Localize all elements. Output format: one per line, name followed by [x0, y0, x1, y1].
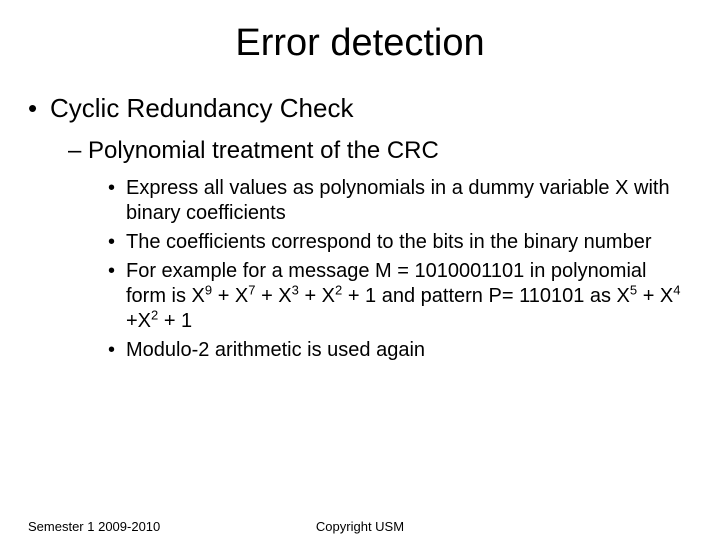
- bullet-level-1: •Cyclic Redundancy Check: [28, 93, 690, 124]
- slide-title: Error detection: [0, 22, 720, 65]
- lvl3-text: Express all values as polynomials in a d…: [126, 176, 690, 226]
- list-item: • Express all values as polynomials in a…: [108, 176, 690, 226]
- slide-content: •Cyclic Redundancy Check – Polynomial tr…: [0, 93, 720, 363]
- footer-center: Copyright USM: [28, 519, 692, 534]
- text-run: + X: [256, 285, 292, 307]
- lvl3-text: Modulo-2 arithmetic is used again: [126, 338, 690, 363]
- lvl1-text: Cyclic Redundancy Check: [50, 93, 353, 123]
- bullet-dot-icon: •: [108, 176, 126, 201]
- text-run: + 1: [158, 310, 192, 332]
- slide-footer: Copyright USM Semester 1 2009-2010: [28, 519, 692, 534]
- text-run: +X: [126, 310, 151, 332]
- lvl2-text: Polynomial treatment of the CRC: [88, 137, 439, 164]
- bullet-dot-icon: •: [108, 230, 126, 255]
- bullet-dot-icon: •: [108, 338, 126, 363]
- bullet-dot-icon: •: [28, 93, 50, 124]
- text-run: + 1 and pattern P= 110101 as X: [342, 285, 630, 307]
- bullet-level-3-group: • Express all values as polynomials in a…: [108, 176, 690, 363]
- list-item: • The coefficients correspond to the bit…: [108, 230, 690, 255]
- text-run: + X: [299, 285, 335, 307]
- list-item: • Modulo-2 arithmetic is used again: [108, 338, 690, 363]
- slide: Error detection •Cyclic Redundancy Check…: [0, 22, 720, 540]
- exponent: 7: [248, 283, 255, 298]
- lvl3-text: The coefficients correspond to the bits …: [126, 230, 690, 255]
- bullet-level-2: – Polynomial treatment of the CRC: [68, 136, 690, 166]
- exponent: 4: [673, 283, 680, 298]
- text-run: + X: [212, 285, 248, 307]
- bullet-dot-icon: •: [108, 259, 126, 284]
- text-run: + X: [637, 285, 673, 307]
- lvl2-dash: –: [68, 137, 88, 164]
- exponent: 3: [292, 283, 299, 298]
- list-item: • For example for a message M = 10100011…: [108, 259, 690, 334]
- lvl3-text-polynomial: For example for a message M = 1010001101…: [126, 259, 690, 334]
